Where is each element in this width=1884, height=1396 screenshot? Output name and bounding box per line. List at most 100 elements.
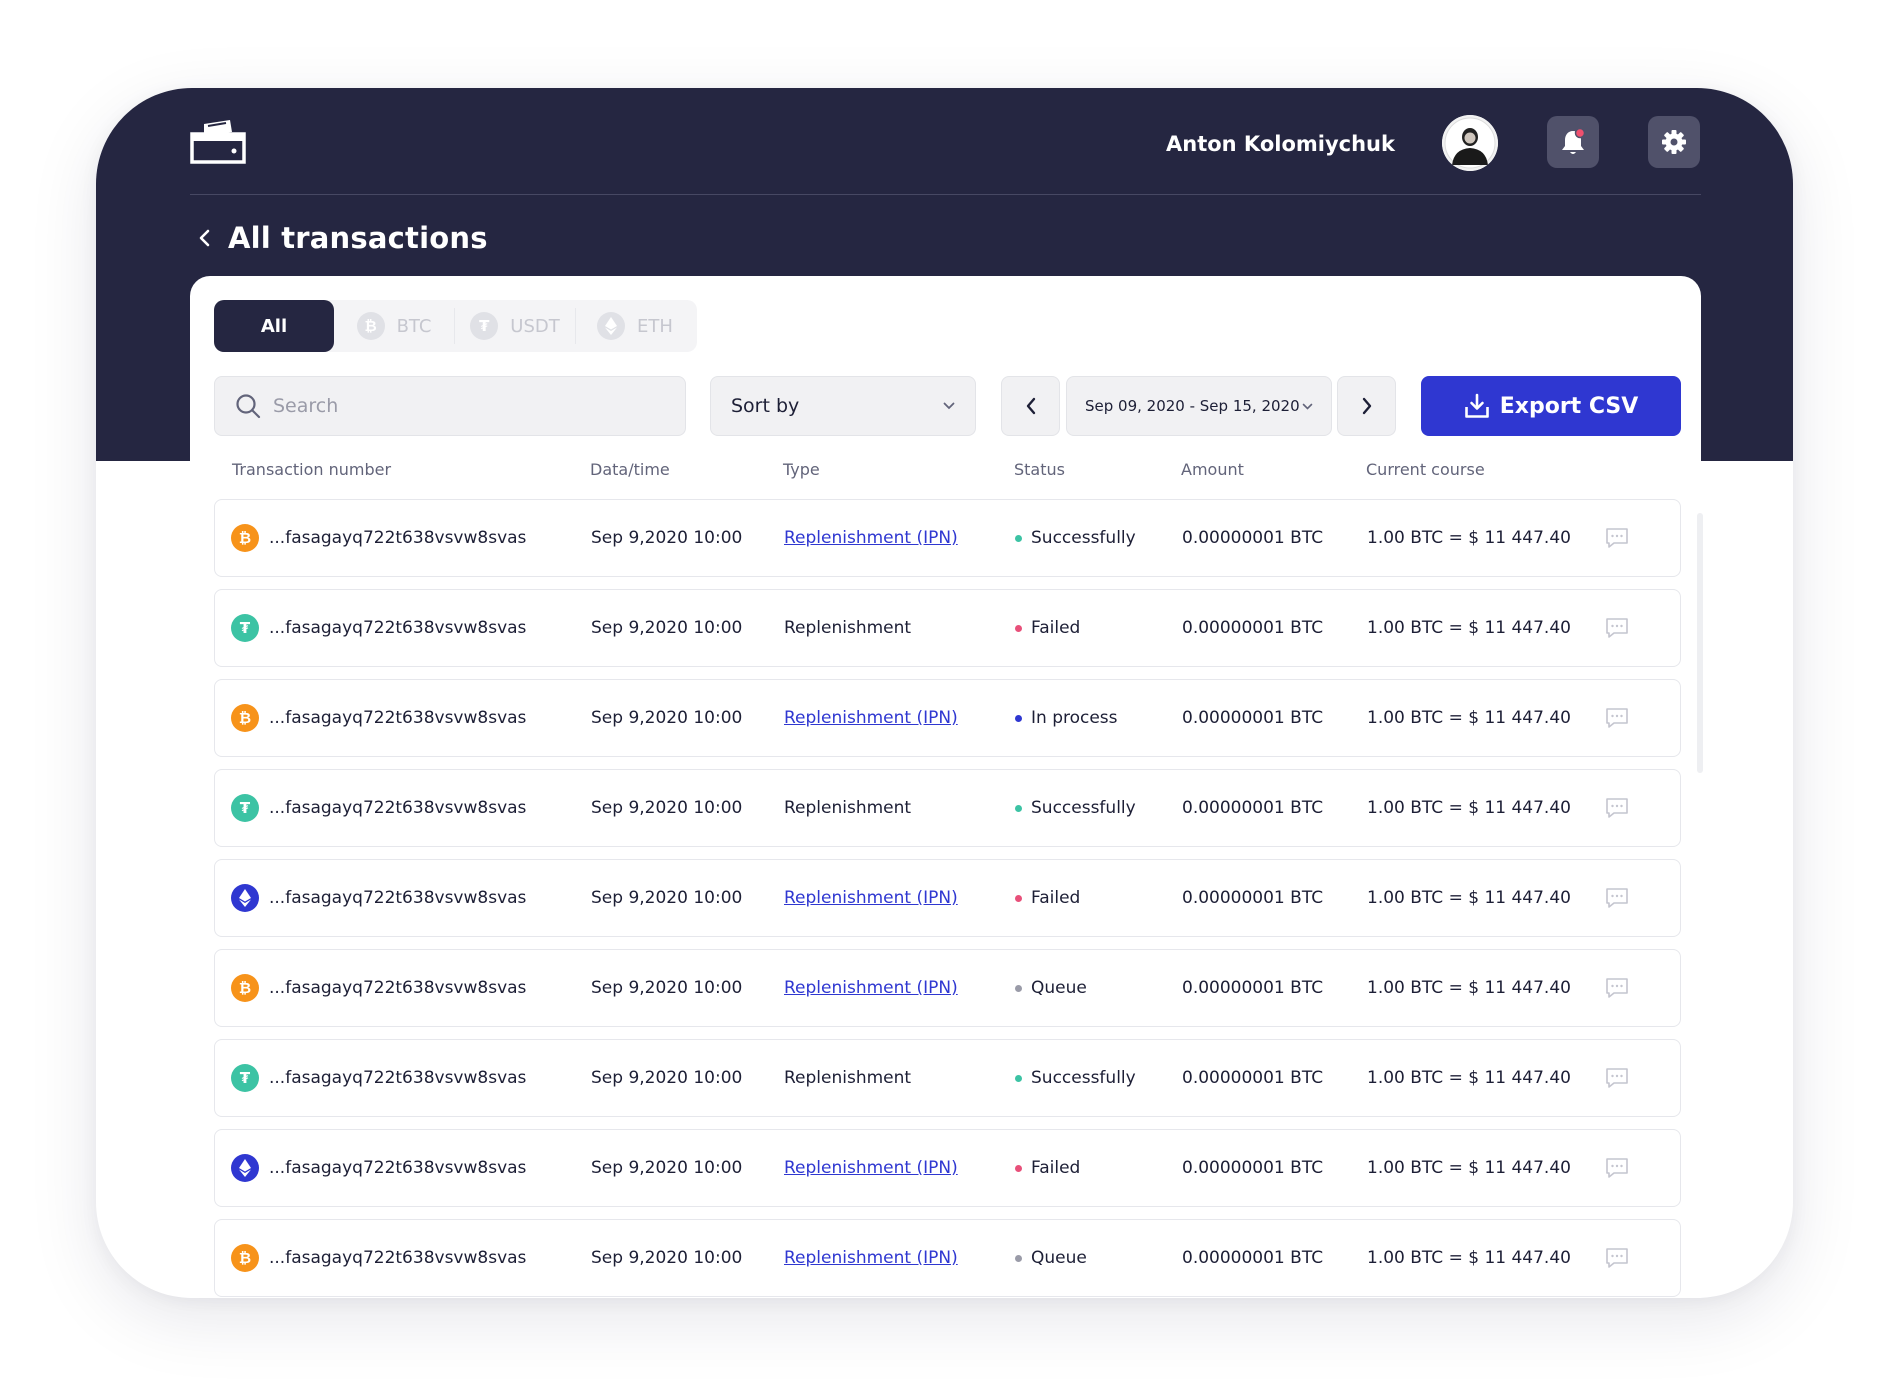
- comment-button[interactable]: [1605, 500, 1629, 576]
- table-row[interactable]: ₮ ...fasagayq722t638vsvw8svas Sep 9,2020…: [214, 1039, 1681, 1117]
- column-header-course[interactable]: Current course: [1366, 460, 1485, 479]
- table-row[interactable]: ₿ ...fasagayq722t638vsvw8svas Sep 9,2020…: [214, 949, 1681, 1027]
- transaction-type-link[interactable]: Replenishment (IPN): [784, 1158, 958, 1178]
- export-csv-button[interactable]: Export CSV: [1421, 376, 1681, 436]
- transaction-number: ...fasagayq722t638vsvw8svas: [269, 1248, 527, 1268]
- transaction-type: Replenishment: [784, 1068, 912, 1088]
- tab-eth[interactable]: ETH: [576, 300, 694, 352]
- status-badge: Successfully: [1015, 500, 1136, 576]
- wallet-logo-icon[interactable]: [190, 118, 246, 164]
- transaction-number: ...fasagayq722t638vsvw8svas: [269, 528, 527, 548]
- transaction-number-cell: ₿ ...fasagayq722t638vsvw8svas: [231, 1220, 526, 1296]
- date-range-label: Sep 09, 2020 - Sep 15, 2020: [1085, 397, 1300, 415]
- comment-button[interactable]: [1605, 860, 1629, 936]
- comment-button[interactable]: [1605, 680, 1629, 756]
- transaction-number: ...fasagayq722t638vsvw8svas: [269, 798, 527, 818]
- chevron-left-icon: [1026, 397, 1035, 415]
- transaction-datetime: Sep 9,2020 10:00: [591, 708, 743, 728]
- table-row[interactable]: ₿ ...fasagayq722t638vsvw8svas Sep 9,2020…: [214, 679, 1681, 757]
- transaction-datetime: Sep 9,2020 10:00: [591, 618, 743, 638]
- notifications-button[interactable]: [1547, 116, 1599, 168]
- transaction-type-cell: Replenishment: [784, 590, 911, 666]
- export-label: Export CSV: [1499, 393, 1639, 419]
- transaction-type-cell: Replenishment (IPN): [784, 680, 958, 756]
- tab-btc[interactable]: ₿ BTC: [334, 300, 454, 352]
- chevron-right-icon: [1362, 397, 1371, 415]
- current-course: 1.00 BTC = $ 11 447.40: [1367, 1158, 1571, 1178]
- transaction-amount: 0.00000001 BTC: [1182, 618, 1324, 638]
- status-label: Successfully: [1031, 798, 1136, 818]
- table-row[interactable]: ...fasagayq722t638vsvw8svas Sep 9,2020 1…: [214, 1129, 1681, 1207]
- transaction-amount: 0.00000001 BTC: [1182, 978, 1324, 998]
- tab-usdt[interactable]: ₮ USDT: [455, 300, 575, 352]
- search-box[interactable]: [214, 376, 686, 436]
- table-row[interactable]: ...fasagayq722t638vsvw8svas Sep 9,2020 1…: [214, 859, 1681, 937]
- next-week-button[interactable]: [1337, 376, 1396, 436]
- table-row[interactable]: ₿ ...fasagayq722t638vsvw8svas Sep 9,2020…: [214, 499, 1681, 577]
- status-label: Successfully: [1031, 528, 1136, 548]
- table-row[interactable]: ₮ ...fasagayq722t638vsvw8svas Sep 9,2020…: [214, 589, 1681, 667]
- scrollbar[interactable]: [1697, 513, 1703, 773]
- transaction-number-cell: ₮ ...fasagayq722t638vsvw8svas: [231, 590, 526, 666]
- transaction-datetime: Sep 9,2020 10:00: [591, 1248, 743, 1268]
- currency-tabs: All ₿ BTC ₮ USDT ETH: [214, 300, 697, 352]
- user-name[interactable]: Anton Kolomiychuk: [1166, 130, 1395, 158]
- search-icon: [236, 394, 261, 419]
- column-header-number[interactable]: Transaction number: [232, 460, 391, 479]
- transaction-number: ...fasagayq722t638vsvw8svas: [269, 1068, 527, 1088]
- transaction-type-link[interactable]: Replenishment (IPN): [784, 528, 958, 548]
- transaction-type-cell: Replenishment (IPN): [784, 1130, 958, 1206]
- settings-button[interactable]: [1648, 116, 1700, 168]
- current-course: 1.00 BTC = $ 11 447.40: [1367, 1248, 1571, 1268]
- column-header-status[interactable]: Status: [1014, 460, 1065, 479]
- status-dot: [1015, 984, 1022, 992]
- search-input[interactable]: [273, 395, 653, 417]
- transaction-type-link[interactable]: Replenishment (IPN): [784, 1248, 958, 1268]
- transaction-datetime: Sep 9,2020 10:00: [591, 528, 743, 548]
- table-row[interactable]: ₮ ...fasagayq722t638vsvw8svas Sep 9,2020…: [214, 769, 1681, 847]
- transaction-datetime: Sep 9,2020 10:00: [591, 1158, 743, 1178]
- comment-button[interactable]: [1605, 1040, 1629, 1116]
- column-header-amount[interactable]: Amount: [1181, 460, 1244, 479]
- status-badge: Failed: [1015, 1130, 1080, 1206]
- prev-week-button[interactable]: [1001, 376, 1060, 436]
- column-header-datetime[interactable]: Data/time: [590, 460, 670, 479]
- transaction-type-cell: Replenishment: [784, 1040, 911, 1116]
- current-course: 1.00 BTC = $ 11 447.40: [1367, 798, 1571, 818]
- column-header-type[interactable]: Type: [783, 460, 820, 479]
- status-dot: [1015, 1254, 1022, 1262]
- status-label: Failed: [1031, 1158, 1081, 1178]
- tab-all[interactable]: All: [214, 300, 334, 352]
- avatar[interactable]: [1442, 115, 1498, 171]
- status-dot: [1015, 534, 1022, 542]
- sort-dropdown[interactable]: Sort by: [710, 376, 976, 436]
- page-heading: All transactions: [190, 218, 488, 258]
- comment-button[interactable]: [1605, 770, 1629, 846]
- transaction-number-cell: ...fasagayq722t638vsvw8svas: [231, 1130, 526, 1206]
- transaction-type-cell: Replenishment (IPN): [784, 1220, 958, 1296]
- status-dot: [1015, 1164, 1022, 1172]
- comment-button[interactable]: [1605, 950, 1629, 1026]
- transaction-type-link[interactable]: Replenishment (IPN): [784, 708, 958, 728]
- date-range-picker[interactable]: Sep 09, 2020 - Sep 15, 2020: [1066, 376, 1332, 436]
- transaction-type-cell: Replenishment (IPN): [784, 950, 958, 1026]
- back-chevron-icon[interactable]: [190, 223, 220, 253]
- comment-button[interactable]: [1605, 1130, 1629, 1206]
- transaction-number-cell: ₿ ...fasagayq722t638vsvw8svas: [231, 500, 526, 576]
- tether-icon: ₮: [231, 794, 259, 822]
- sort-label: Sort by: [731, 395, 800, 417]
- ethereum-icon: [231, 1154, 259, 1182]
- comment-button[interactable]: [1605, 590, 1629, 666]
- transaction-type-link[interactable]: Replenishment (IPN): [784, 888, 958, 908]
- table-row[interactable]: ₿ ...fasagayq722t638vsvw8svas Sep 9,2020…: [214, 1219, 1681, 1297]
- transaction-number-cell: ₮ ...fasagayq722t638vsvw8svas: [231, 1040, 526, 1116]
- transaction-number: ...fasagayq722t638vsvw8svas: [269, 708, 527, 728]
- current-course: 1.00 BTC = $ 11 447.40: [1367, 618, 1571, 638]
- comment-icon: [1606, 618, 1628, 638]
- transaction-type-link[interactable]: Replenishment (IPN): [784, 978, 958, 998]
- transactions-card: All ₿ BTC ₮ USDT ETH Search Sort by Sep …: [190, 276, 1701, 1298]
- status-dot: [1015, 714, 1022, 722]
- status-label: Failed: [1031, 888, 1081, 908]
- status-label: Queue: [1031, 1248, 1087, 1268]
- comment-button[interactable]: [1605, 1220, 1629, 1296]
